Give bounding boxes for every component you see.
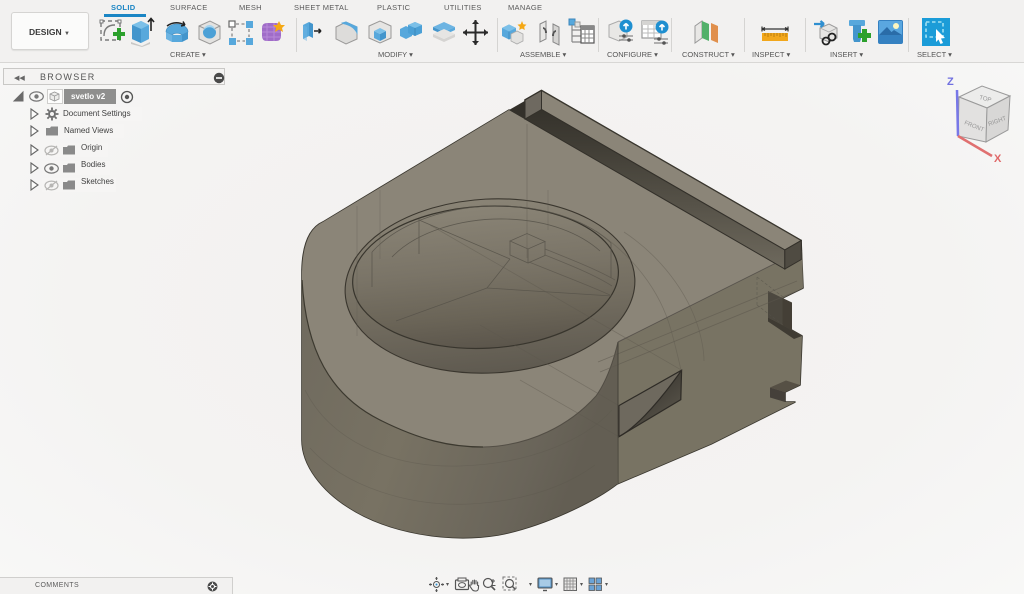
svg-text:X: X <box>994 153 1002 165</box>
svg-text:Z: Z <box>947 76 954 88</box>
